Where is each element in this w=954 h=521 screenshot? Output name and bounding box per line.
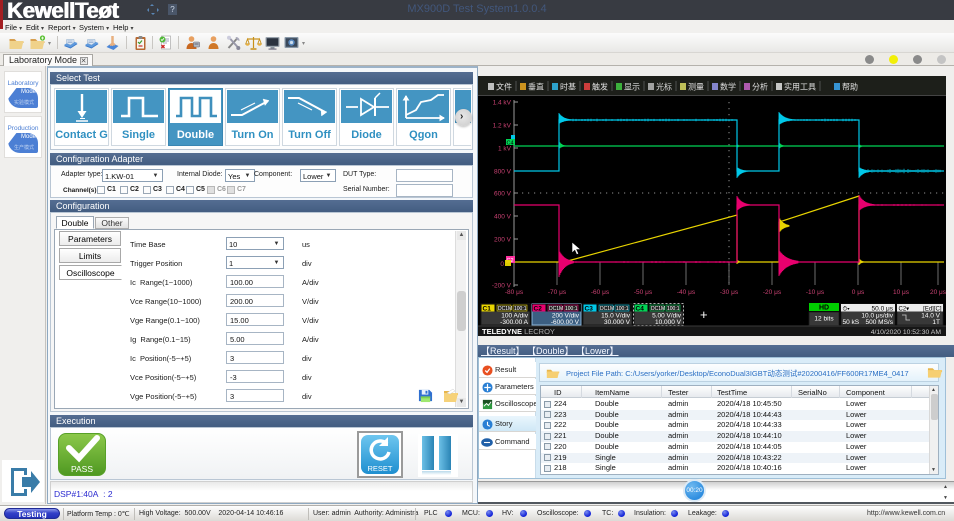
svg-text:实用工具: 实用工具 <box>784 82 816 92</box>
svg-text:50 kS: 50 kS <box>843 319 860 326</box>
svg-text:时基: 时基 <box>560 82 576 92</box>
svg-text:光标: 光标 <box>656 82 672 92</box>
svg-text:1T: 1T <box>932 319 940 326</box>
svg-text:20 μs: 20 μs <box>930 289 946 296</box>
svg-text:C3: C3 <box>585 306 594 313</box>
svg-text:触发: 触发 <box>592 82 608 92</box>
svg-text:-300.00 A: -300.00 A <box>500 319 528 326</box>
svg-text:100:1: 100:1 <box>667 306 680 312</box>
svg-text:0: 0 <box>500 261 504 268</box>
svg-text:C1: C1 <box>483 306 492 313</box>
svg-text:DC1M: DC1M <box>600 306 614 312</box>
svg-text:0 μs: 0 μs <box>852 289 865 296</box>
svg-text:文件: 文件 <box>496 82 512 92</box>
svg-text:测量: 测量 <box>688 83 704 92</box>
svg-text:显示: 显示 <box>624 83 640 92</box>
svg-text:C4: C4 <box>507 140 514 146</box>
svg-text:垂直: 垂直 <box>528 82 544 92</box>
svg-text:10 μs: 10 μs <box>893 289 910 296</box>
svg-text:DC1M: DC1M <box>651 306 665 312</box>
svg-text:帮助: 帮助 <box>842 82 858 92</box>
svg-text:100:1: 100:1 <box>565 306 578 312</box>
svg-text:C2▾: C2▾ <box>899 306 910 312</box>
svg-text:600 V: 600 V <box>494 191 512 198</box>
svg-text:C4: C4 <box>636 306 645 313</box>
svg-text:-80 μs: -80 μs <box>505 289 524 296</box>
svg-text:-600.00 V: -600.00 V <box>551 319 580 326</box>
svg-text:4/10/2020 10:52:30 AM: 4/10/2020 10:52:30 AM <box>871 329 942 336</box>
svg-text:+: + <box>700 307 708 322</box>
svg-text:30.000 V: 30.000 V <box>604 319 631 326</box>
svg-text:-60 μs: -60 μs <box>591 289 610 296</box>
svg-text:数学: 数学 <box>720 82 736 92</box>
svg-text:DC1M: DC1M <box>498 306 512 312</box>
svg-text:1.4 kV: 1.4 kV <box>493 100 512 107</box>
svg-text:10.000 V: 10.000 V <box>655 319 682 326</box>
svg-text:1.2 kV: 1.2 kV <box>493 123 512 130</box>
svg-text:500 MS/s: 500 MS/s <box>866 319 894 326</box>
svg-text:-20 μs: -20 μs <box>763 289 782 296</box>
svg-text:-10 μs: -10 μs <box>806 289 825 296</box>
svg-text:-40 μs: -40 μs <box>677 289 696 296</box>
svg-text:400 V: 400 V <box>494 214 512 221</box>
svg-text:50.0 μs: 50.0 μs <box>872 305 894 312</box>
svg-text:-50 μs: -50 μs <box>634 289 653 296</box>
svg-text:⏱▾: ⏱▾ <box>843 305 851 312</box>
svg-text:C2: C2 <box>534 306 543 313</box>
svg-text:HD: HD <box>819 305 829 312</box>
svg-text:100:1: 100:1 <box>514 306 527 312</box>
svg-text:-70 μs: -70 μs <box>548 289 567 296</box>
svg-text:[Ed][C]: [Ed][C] <box>923 306 942 312</box>
svg-text:200 V: 200 V <box>494 237 512 244</box>
svg-text:TELEDYNE LECROY: TELEDYNE LECROY <box>482 327 555 336</box>
svg-text:1 kV: 1 kV <box>498 146 512 153</box>
svg-text:800 V: 800 V <box>494 169 512 176</box>
svg-text:DC1M: DC1M <box>549 306 563 312</box>
svg-text:-30 μs: -30 μs <box>720 289 739 296</box>
svg-text:100:1: 100:1 <box>616 306 629 312</box>
svg-text:12 bits: 12 bits <box>814 316 834 323</box>
svg-text:分析: 分析 <box>752 82 768 92</box>
